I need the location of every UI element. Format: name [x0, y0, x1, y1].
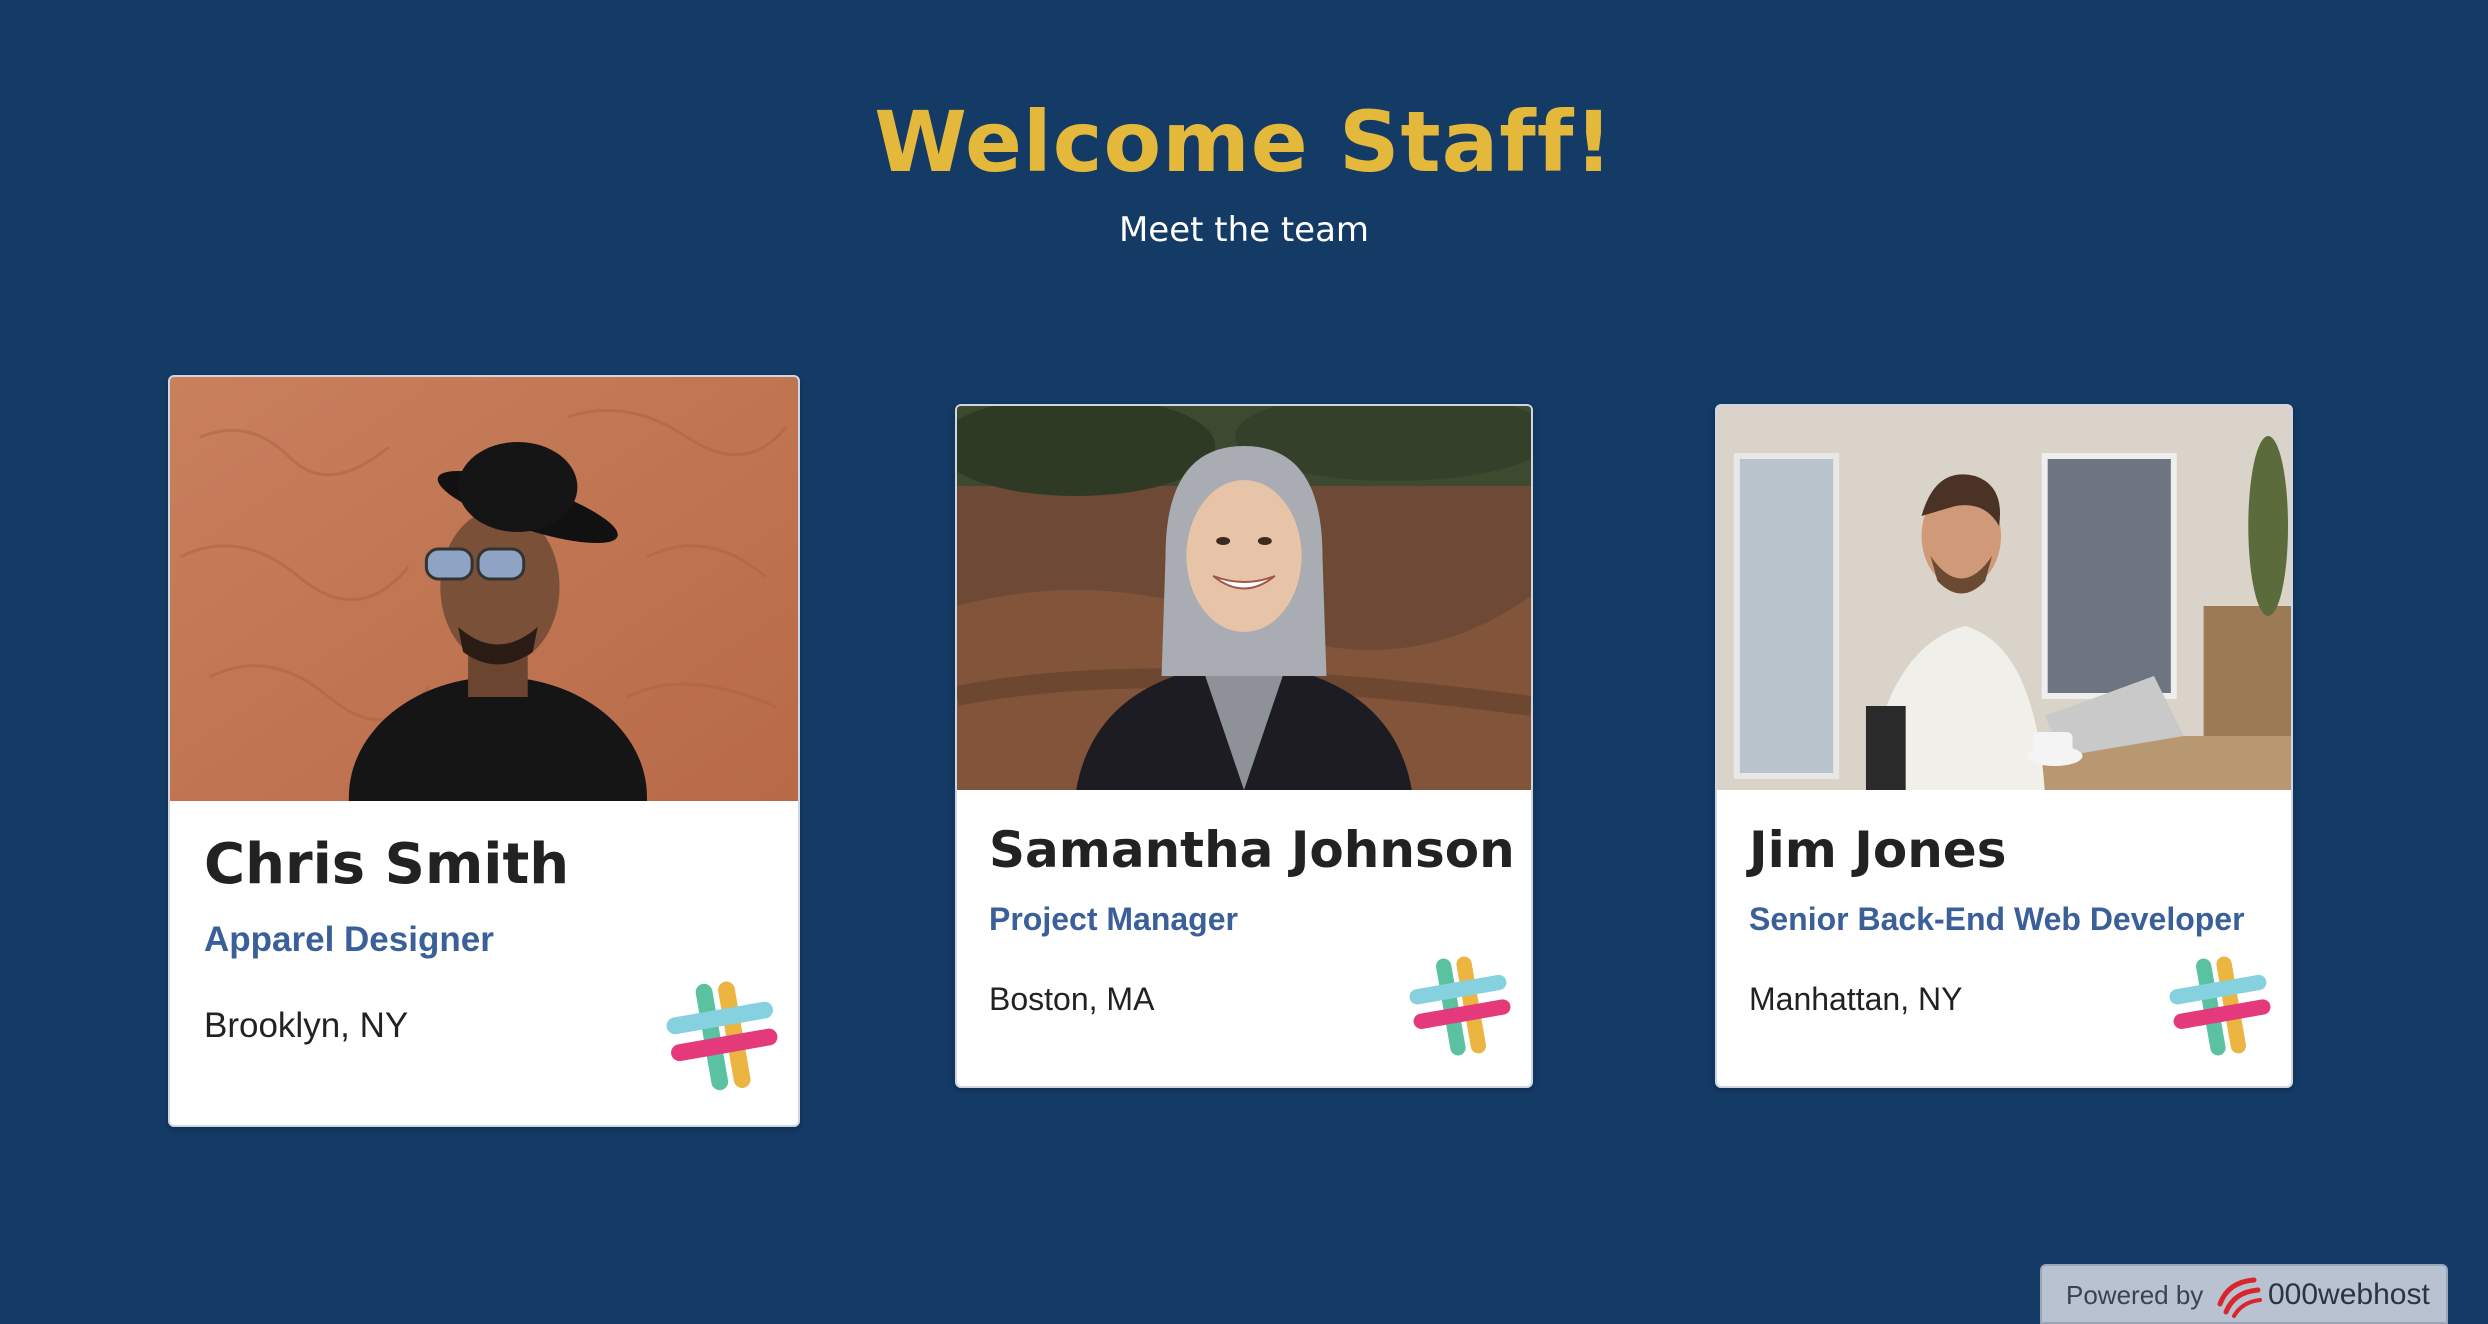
member-location: Boston, MA	[989, 981, 1155, 1017]
member-role: Project Manager	[989, 901, 1238, 937]
powered-by-brand: 000webhost	[2268, 1278, 2430, 1311]
member-name: Jim Jones	[1749, 821, 2007, 879]
profile-photo	[1717, 406, 2291, 790]
team-card-jim-jones: Jim Jones Senior Back-End Web Developer …	[1715, 404, 2293, 1088]
member-name: Samantha Johnson	[989, 821, 1515, 879]
page-subtitle: Meet the team	[1118, 210, 1370, 250]
page-title: Welcome Staff!	[874, 93, 1614, 191]
powered-by-badge[interactable]: Powered by 000webhost	[2040, 1264, 2448, 1324]
slack-icon[interactable]	[1409, 956, 1511, 1058]
webhost-logo-icon	[2214, 1274, 2262, 1318]
member-role: Apparel Designer	[204, 920, 494, 959]
powered-by-label: Powered by	[2066, 1280, 2204, 1310]
member-name: Chris Smith	[204, 832, 570, 897]
member-role: Senior Back-End Web Developer	[1749, 901, 2245, 937]
member-location: Manhattan, NY	[1749, 981, 1963, 1017]
slack-icon[interactable]	[2169, 956, 2271, 1058]
profile-photo	[957, 406, 1531, 790]
member-location: Brooklyn, NY	[204, 1006, 409, 1045]
profile-photo	[170, 377, 798, 801]
slack-icon[interactable]	[666, 981, 778, 1093]
team-card-chris-smith: Chris Smith Apparel Designer Brooklyn, N…	[168, 375, 800, 1127]
team-card-samantha-johnson: Samantha Johnson Project Manager Boston,…	[955, 404, 1533, 1088]
